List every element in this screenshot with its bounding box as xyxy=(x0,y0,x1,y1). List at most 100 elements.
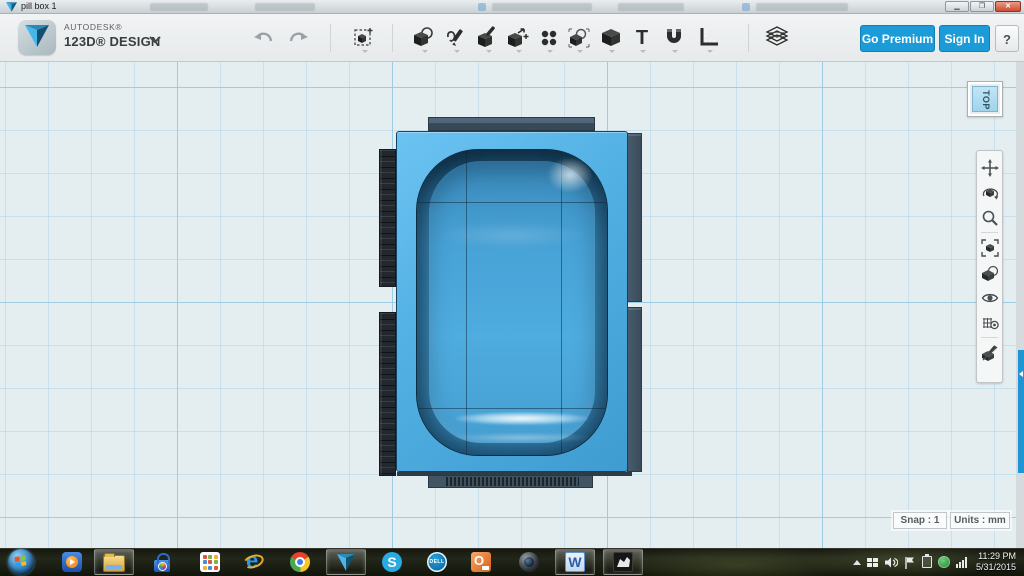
taskbar-makerbot[interactable] xyxy=(603,549,643,575)
pan-icon xyxy=(981,159,999,177)
print-layers-icon xyxy=(764,25,790,49)
clock-time: 11:29 PM xyxy=(976,551,1016,562)
pillbox-model[interactable] xyxy=(396,131,628,472)
makerbot-icon xyxy=(613,552,633,572)
shaded-view-button[interactable] xyxy=(977,260,1002,285)
volume-icon[interactable] xyxy=(884,556,898,569)
taskbar-word[interactable]: W xyxy=(555,549,595,575)
snap-setting[interactable]: Snap : 1 xyxy=(893,512,947,529)
model-left-hinge-lower[interactable] xyxy=(379,312,396,476)
taskbar-webcam[interactable] xyxy=(509,549,549,575)
show-hidden-icons[interactable] xyxy=(853,560,861,565)
window-titlebar: pill box 1 ▁ ❐ ✕ xyxy=(0,0,1024,14)
123d-logo-icon xyxy=(6,2,17,12)
primitives-icon xyxy=(412,25,436,49)
model-left-hinge-upper[interactable] xyxy=(379,149,396,287)
svg-text:T: T xyxy=(636,27,648,49)
visibility-button[interactable] xyxy=(977,285,1002,310)
taskbar-app-grid[interactable] xyxy=(190,549,230,575)
cavity-edge-line xyxy=(417,408,607,409)
main-toolbar: AUTODESK® 123D® DESIGN xyxy=(0,14,1024,62)
taskbar-outlook[interactable]: O xyxy=(461,549,501,575)
security-icon[interactable] xyxy=(938,556,950,568)
parts-drawer-tab[interactable] xyxy=(1018,350,1024,473)
model-right-hinge-lower[interactable] xyxy=(627,307,642,472)
tool-grouping[interactable] xyxy=(565,23,593,53)
close-button[interactable]: ✕ xyxy=(995,1,1021,12)
taskbar-123d-design[interactable] xyxy=(326,549,366,575)
toolbar-separator xyxy=(330,24,331,52)
hide-sketch-icon xyxy=(981,344,999,362)
chrome-icon xyxy=(290,552,310,572)
tool-combine[interactable] xyxy=(597,23,625,53)
cavity-highlight xyxy=(437,222,587,248)
show-grid-button[interactable] xyxy=(977,310,1002,335)
tool-text[interactable]: T xyxy=(628,23,656,53)
taskbar-internet-explorer[interactable]: e xyxy=(234,549,274,575)
model-bottom-hinge[interactable] xyxy=(428,475,593,488)
network-signal-icon[interactable] xyxy=(956,557,967,568)
go-premium-button[interactable]: Go Premium xyxy=(860,25,935,52)
pillbox-cavity[interactable] xyxy=(416,149,608,456)
units-setting[interactable]: Units : mm xyxy=(950,512,1010,529)
model-top-hinge[interactable] xyxy=(428,117,595,131)
pan-button[interactable] xyxy=(977,155,1002,180)
tool-3d-print[interactable] xyxy=(763,23,791,53)
grid-view-icon xyxy=(981,314,999,332)
chevron-down-icon[interactable] xyxy=(148,35,162,44)
cavity-edge-line xyxy=(466,150,467,455)
windows-tray-icon[interactable] xyxy=(867,558,878,567)
clock-date: 5/31/2015 xyxy=(976,562,1016,573)
view-cube-face[interactable]: TOP xyxy=(972,86,998,112)
tool-transform[interactable] xyxy=(350,23,378,53)
app-grid-icon xyxy=(200,552,220,572)
measure-ruler-icon xyxy=(697,25,721,49)
eye-icon xyxy=(981,289,999,307)
zoom-button[interactable] xyxy=(977,205,1002,230)
start-button[interactable] xyxy=(8,549,34,575)
taskbar-explorer[interactable] xyxy=(94,549,134,575)
brand-autodesk: AUTODESK® xyxy=(64,23,161,32)
taskbar-clock[interactable]: 11:29 PM 5/31/2015 xyxy=(976,551,1016,573)
orbit-button[interactable] xyxy=(977,180,1002,205)
taskbar-dell[interactable]: DELL xyxy=(417,549,457,575)
fit-view-icon xyxy=(981,239,999,257)
tool-measure[interactable] xyxy=(695,23,723,53)
tool-construct[interactable] xyxy=(474,23,502,53)
drawer-arrow-icon xyxy=(1019,371,1023,377)
model-right-hinge-upper[interactable] xyxy=(627,133,642,302)
construct-icon xyxy=(476,25,500,49)
navigation-toolbar xyxy=(976,150,1003,383)
word-icon: W xyxy=(565,552,585,572)
tool-sketch[interactable] xyxy=(442,23,470,53)
transform-icon xyxy=(352,25,376,49)
tool-snap[interactable] xyxy=(660,23,688,53)
clipboard-icon[interactable] xyxy=(922,556,932,568)
help-label: ? xyxy=(1003,32,1011,47)
tool-primitives[interactable] xyxy=(410,23,438,53)
sign-in-button[interactable]: Sign In xyxy=(939,25,990,52)
view-cube[interactable]: TOP xyxy=(967,81,1003,117)
tool-pattern[interactable] xyxy=(535,23,563,53)
redo-icon[interactable] xyxy=(286,30,310,48)
specular-highlight xyxy=(455,412,589,425)
orbit-icon xyxy=(981,184,999,202)
taskbar-skype[interactable]: S xyxy=(372,549,412,575)
app-window: pill box 1 ▁ ❐ ✕ AUTODESK® 123D® DESIGN xyxy=(0,0,1024,576)
toggle-sketches-button[interactable] xyxy=(977,340,1002,365)
help-button[interactable]: ? xyxy=(995,25,1019,52)
taskbar-chrome[interactable] xyxy=(280,549,320,575)
specular-highlight xyxy=(447,433,597,442)
zoom-fit-button[interactable] xyxy=(977,235,1002,260)
windows-flag-icon xyxy=(15,555,28,568)
outlook-icon: O xyxy=(471,552,491,572)
taskbar-folder-lock[interactable] xyxy=(142,549,182,575)
taskbar-media-player[interactable] xyxy=(52,549,92,575)
maximize-button[interactable]: ❐ xyxy=(970,1,994,12)
tool-modify[interactable] xyxy=(504,23,532,53)
app-logo[interactable] xyxy=(18,19,56,55)
minimize-button[interactable]: ▁ xyxy=(945,1,969,12)
undo-icon[interactable] xyxy=(252,30,276,48)
action-center-flag-icon[interactable] xyxy=(904,556,916,569)
text-icon: T xyxy=(630,25,654,49)
